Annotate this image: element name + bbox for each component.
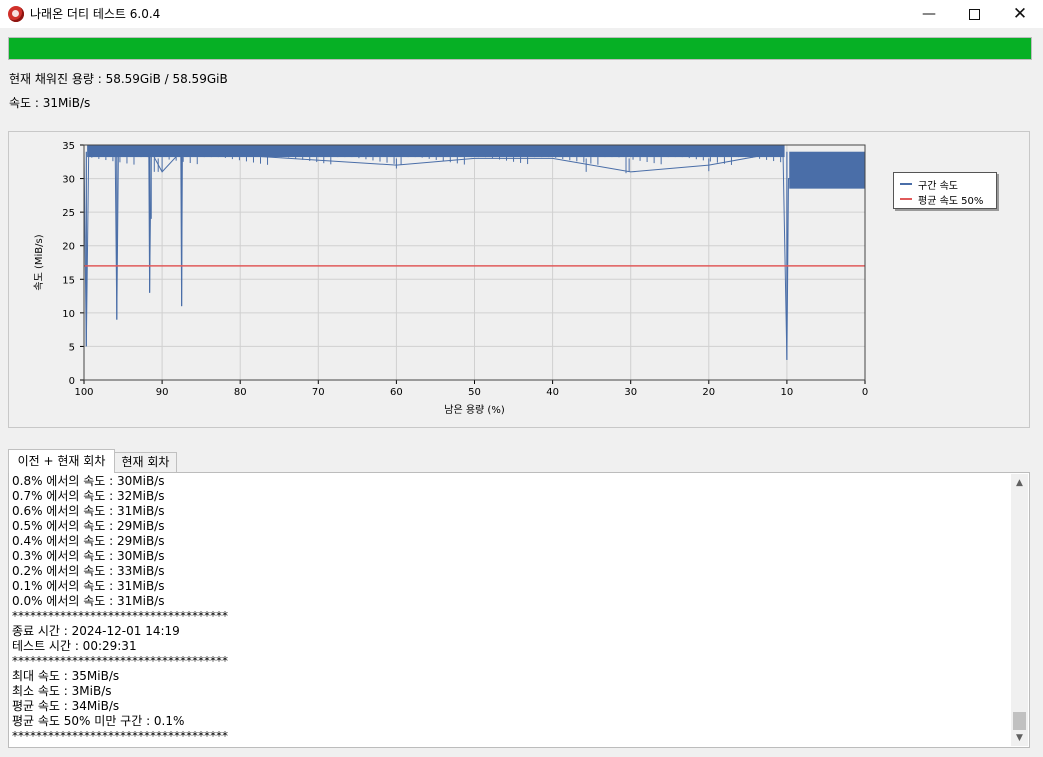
y-tick-label: 15 [62, 275, 75, 286]
y-tick-label: 5 [69, 342, 75, 353]
legend-item-section-speed: 구간 속도 [900, 177, 958, 192]
legend-swatch [900, 198, 912, 200]
y-axis-title: 속도 (MiB/s) [33, 234, 45, 290]
x-tick-label: 40 [546, 387, 559, 398]
log-line: 0.5% 에서의 속도 : 29MiB/s [12, 519, 165, 533]
log-line: 0.6% 에서의 속도 : 31MiB/s [12, 504, 165, 518]
scroll-down-icon[interactable]: ▼ [1011, 729, 1028, 746]
x-tick-label: 10 [781, 387, 794, 398]
progress-bar [8, 37, 1032, 60]
log-line: 테스트 시간 : 00:29:31 [12, 639, 137, 653]
title-bar[interactable]: 나래온 더티 테스트 6.0.4 — ✕ [0, 0, 1043, 28]
log-line: 0.2% 에서의 속도 : 33MiB/s [12, 564, 165, 578]
speed-chart: 100 90 80 70 60 50 40 30 20 10 0 0 5 10 15 20 25 30 35 남은 용… [8, 131, 1030, 428]
x-tick-label: 80 [234, 387, 247, 398]
log-line: ************************************ [12, 609, 228, 623]
series-band-lower [789, 151, 865, 189]
y-tick-label: 0 [69, 376, 75, 387]
scroll-up-icon[interactable]: ▲ [1011, 474, 1028, 491]
scroll-thumb[interactable] [1013, 712, 1026, 730]
y-tick-label: 25 [62, 208, 75, 219]
speed-text: 속도 : 31MiB/s [9, 96, 91, 110]
y-tick-label: 20 [62, 242, 75, 253]
log-lines: 0.8% 에서의 속도 : 30MiB/s 0.7% 에서의 속도 : 32MiB… [12, 474, 228, 744]
log-textarea[interactable]: 0.8% 에서의 속도 : 30MiB/s 0.7% 에서의 속도 : 32MiB… [8, 472, 1030, 748]
log-line: ************************************ [12, 729, 228, 743]
log-line: 평균 속도 50% 미만 구간 : 0.1% [12, 714, 185, 728]
log-line: 0.7% 에서의 속도 : 32MiB/s [12, 489, 165, 503]
log-line: 최대 속도 : 35MiB/s [12, 669, 120, 683]
x-tick-label: 70 [312, 387, 325, 398]
log-line: 0.4% 에서의 속도 : 29MiB/s [12, 534, 165, 548]
log-line: ************************************ [12, 654, 228, 668]
x-tick-label: 0 [862, 387, 868, 398]
x-tick-label: 20 [702, 387, 715, 398]
log-line: 0.3% 에서의 속도 : 30MiB/s [12, 549, 165, 563]
legend-swatch [900, 183, 912, 185]
capacity-text: 현재 채워진 용량 : 58.59GiB / 58.59GiB [9, 72, 228, 86]
log-line: 최소 속도 : 3MiB/s [12, 684, 112, 698]
x-tick-label: 100 [74, 387, 93, 398]
y-tick-label: 30 [62, 175, 75, 186]
x-tick-label: 60 [390, 387, 403, 398]
x-tick-label: 90 [156, 387, 169, 398]
close-button[interactable]: ✕ [997, 0, 1043, 28]
minimize-icon: — [922, 6, 936, 22]
maximize-icon [968, 8, 980, 20]
window-title: 나래온 더티 테스트 6.0.4 [30, 7, 161, 21]
tab-previous-and-current[interactable]: 이전 + 현재 회차 [8, 449, 115, 473]
chart-svg: 100 90 80 70 60 50 40 30 20 10 005101520253035남은 용… [33, 141, 868, 416]
log-line: 0.1% 에서의 속도 : 31MiB/s [12, 579, 165, 593]
y-tick-label: 10 [62, 309, 75, 320]
progress-fill [9, 38, 1031, 59]
x-tick-label: 30 [624, 387, 637, 398]
maximize-button[interactable] [951, 0, 997, 28]
app-logo-icon[interactable] [8, 6, 24, 22]
tab-current-round[interactable]: 현재 회차 [114, 452, 177, 472]
y-tick-label: 35 [62, 141, 75, 152]
legend-label: 구간 속도 [918, 180, 958, 192]
log-scrollbar[interactable]: ▲ ▼ [1011, 474, 1028, 746]
series-band-upper [87, 145, 785, 158]
log-line: 평균 속도 : 34MiB/s [12, 699, 120, 713]
log-line: 종료 시간 : 2024-12-01 14:19 [12, 624, 180, 638]
chart-legend: 구간 속도 평균 속도 50% [893, 172, 997, 209]
close-icon: ✕ [1012, 4, 1028, 24]
log-line: 0.0% 에서의 속도 : 31MiB/s [12, 594, 165, 608]
log-line: 0.8% 에서의 속도 : 30MiB/s [12, 474, 165, 488]
legend-label: 평균 속도 50% [918, 195, 984, 207]
x-tick-label: 50 [468, 387, 481, 398]
minimize-button[interactable]: — [906, 0, 952, 28]
legend-item-average-speed: 평균 속도 50% [900, 192, 984, 207]
x-axis-title: 남은 용량 (%) [444, 404, 505, 416]
